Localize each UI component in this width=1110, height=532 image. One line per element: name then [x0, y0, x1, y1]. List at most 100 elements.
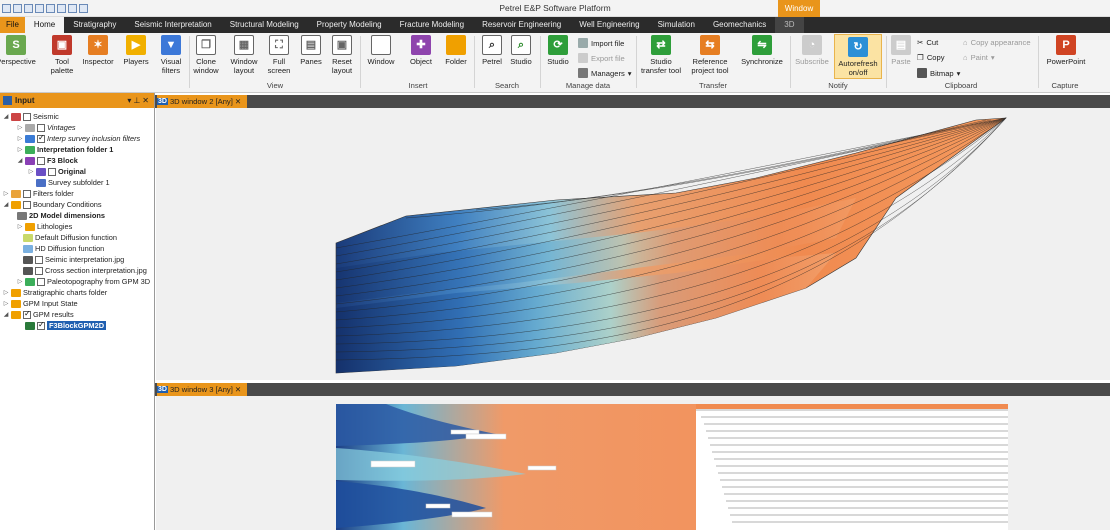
collapse-icon[interactable]: ◢	[3, 201, 9, 208]
close-icon[interactable]: ✕	[235, 97, 241, 106]
tree-checkbox[interactable]	[37, 123, 45, 132]
subscribe-button[interactable]: ◔ Subscribe	[793, 35, 831, 66]
tab-3d[interactable]: 3D	[775, 17, 804, 33]
tree-item[interactable]: ▷ Stratigraphic charts folder	[3, 287, 108, 298]
tab-property-modeling[interactable]: Property Modeling	[308, 17, 391, 33]
tab-3d-window-2[interactable]: 3D 3D window 2 [Any] ✕	[157, 95, 248, 108]
copy-appearance-button[interactable]: ⌂ Copy appearance	[963, 38, 1031, 47]
expand-icon[interactable]: ▷	[17, 223, 23, 230]
search-studio-button[interactable]: ⌕ Studio	[507, 35, 535, 66]
tree-item[interactable]: ▷ GPM Input State	[3, 298, 78, 309]
insert-object-button[interactable]: ✚ Object	[404, 35, 438, 66]
expand-icon[interactable]: ▷	[17, 146, 23, 153]
expand-icon[interactable]: ▷	[3, 190, 9, 197]
collapse-icon[interactable]: ◢	[17, 157, 23, 164]
filters-folder-icon	[11, 189, 21, 198]
tree-item[interactable]: ▷ Paleotopography from GPM 3D	[17, 276, 150, 287]
tree-checkbox[interactable]	[23, 200, 31, 209]
tree-item[interactable]: HD Diffusion function	[23, 243, 104, 254]
expand-icon[interactable]: ▷	[17, 135, 23, 142]
expand-icon[interactable]: ▷	[17, 124, 23, 131]
tree-item[interactable]: ◢ Boundary Conditions	[3, 199, 102, 210]
pin-icon[interactable]: ⊥	[133, 96, 142, 105]
tree-item[interactable]: ▷Interp survey inclusion filters	[17, 133, 141, 144]
3d-window-3-viewport[interactable]	[156, 396, 1110, 530]
tab-well-engineering[interactable]: Well Engineering	[570, 17, 648, 33]
tab-file[interactable]: File	[0, 17, 25, 33]
expand-icon[interactable]: ▷	[17, 278, 23, 285]
expand-icon[interactable]: ▷	[28, 168, 34, 175]
tree-checkbox[interactable]	[37, 156, 45, 165]
collapse-icon[interactable]: ◢	[3, 113, 9, 120]
copy-button[interactable]: ❐ Copy	[917, 53, 945, 62]
tab-simulation[interactable]: Simulation	[649, 17, 704, 33]
inspector-button[interactable]: ✶ Inspector	[80, 35, 116, 66]
3d-window-2-viewport[interactable]	[156, 108, 1110, 380]
tree-checkbox[interactable]	[37, 133, 45, 143]
expand-icon[interactable]: ▷	[3, 300, 9, 307]
tree-item[interactable]: ◢GPM results	[3, 309, 74, 320]
close-icon[interactable]: ✕	[142, 96, 151, 105]
tree-item[interactable]: ◢ Seismic	[3, 111, 59, 122]
panes-button[interactable]: ▤ Panes	[297, 35, 325, 66]
search-petrel-button[interactable]: ⌕ Petrel	[478, 35, 506, 66]
tree-item[interactable]: ▷ Vintages	[17, 122, 76, 133]
import-file-button[interactable]: Import file	[578, 38, 624, 48]
tree-item[interactable]: ◢ F3 Block	[17, 155, 78, 166]
tree-item-selected[interactable]: F3BlockGPM2D	[25, 320, 107, 331]
insert-folder-button[interactable]: Folder	[440, 35, 472, 66]
tool-palette-button[interactable]: ▣ Tool palette	[44, 35, 80, 75]
players-button[interactable]: ▶ Players	[120, 35, 152, 66]
close-icon[interactable]: ✕	[235, 385, 241, 394]
export-file-button[interactable]: Export file	[578, 53, 625, 63]
tree-item[interactable]: ▷ Original	[28, 166, 86, 177]
expand-icon[interactable]: ▷	[3, 289, 9, 296]
tree-checkbox[interactable]	[37, 320, 45, 330]
tab-geomechanics[interactable]: Geomechanics	[704, 17, 775, 33]
synchronize-button[interactable]: ⇋ Synchronize	[738, 35, 786, 66]
tree-checkbox[interactable]	[48, 167, 56, 176]
studio-manage-button[interactable]: ⟳ Studio	[544, 35, 572, 66]
autorefresh-toggle[interactable]: ↻ Autorefresh on/off	[834, 34, 882, 79]
reset-layout-button[interactable]: ▣ Reset layout	[327, 35, 357, 75]
paste-button[interactable]: ▤ Paste	[889, 35, 913, 66]
tab-fracture-modeling[interactable]: Fracture Modeling	[391, 17, 473, 33]
tree-item[interactable]: 2D Model dimensions	[17, 210, 105, 221]
tab-3d-window-3[interactable]: 3D 3D window 3 [Any] ✕	[157, 383, 248, 396]
full-screen-button[interactable]: ⛶ Full screen	[264, 35, 294, 75]
clone-window-button[interactable]: ❐ Clone window	[190, 35, 222, 75]
tree-item[interactable]: ▷ Filters folder	[3, 188, 74, 199]
tree-item[interactable]: Survey subfolder 1	[36, 177, 110, 188]
tree-item[interactable]: Seimic interpretation.jpg	[23, 254, 124, 265]
tab-home[interactable]: Home	[24, 17, 65, 33]
tree-item[interactable]: Cross section interpretation.jpg	[23, 265, 147, 276]
tree-checkbox[interactable]	[35, 255, 43, 264]
tree-item[interactable]: ▷ Lithologies	[17, 221, 73, 232]
collapse-icon[interactable]: ◢	[3, 311, 9, 318]
studio-transfer-tool-button[interactable]: ⇄ Studio transfer tool	[637, 35, 685, 75]
managers-button[interactable]: Managers ▾	[578, 68, 632, 78]
window-layout-button[interactable]: ▦ Window layout	[226, 35, 262, 75]
paint-button[interactable]: ⌂ Paint ▾	[963, 53, 995, 62]
tree-checkbox[interactable]	[37, 277, 45, 286]
perspective-button[interactable]: S Perspective	[0, 35, 36, 66]
insert-window-button[interactable]: Window	[364, 35, 398, 66]
tree-item[interactable]: Default Diffusion function	[23, 232, 117, 243]
tab-seismic-interpretation[interactable]: Seismic Interpretation	[125, 17, 220, 33]
seismic-folder-icon	[11, 112, 21, 121]
tab-stratigraphy[interactable]: Stratigraphy	[64, 17, 125, 33]
powerpoint-button[interactable]: P PowerPoint	[1043, 35, 1089, 66]
transfer-icon: ⇄	[651, 35, 671, 55]
tree-checkbox[interactable]	[35, 266, 43, 275]
tree-checkbox[interactable]	[23, 112, 31, 121]
cut-button[interactable]: ✂ Cut	[917, 38, 938, 47]
bitmap-button[interactable]: Bitmap ▾	[917, 68, 960, 78]
context-tab-window[interactable]: Window	[778, 0, 820, 17]
tree-item[interactable]: ▷ Interpretation folder 1	[17, 144, 114, 155]
reference-project-tool-button[interactable]: ⇆ Reference project tool	[687, 35, 733, 75]
tab-reservoir-engineering[interactable]: Reservoir Engineering	[473, 17, 570, 33]
tree-checkbox[interactable]	[23, 189, 31, 198]
visual-filters-button[interactable]: ▼ Visual filters	[155, 35, 187, 75]
tree-checkbox[interactable]	[23, 309, 31, 319]
tab-structural-modeling[interactable]: Structural Modeling	[221, 17, 308, 33]
